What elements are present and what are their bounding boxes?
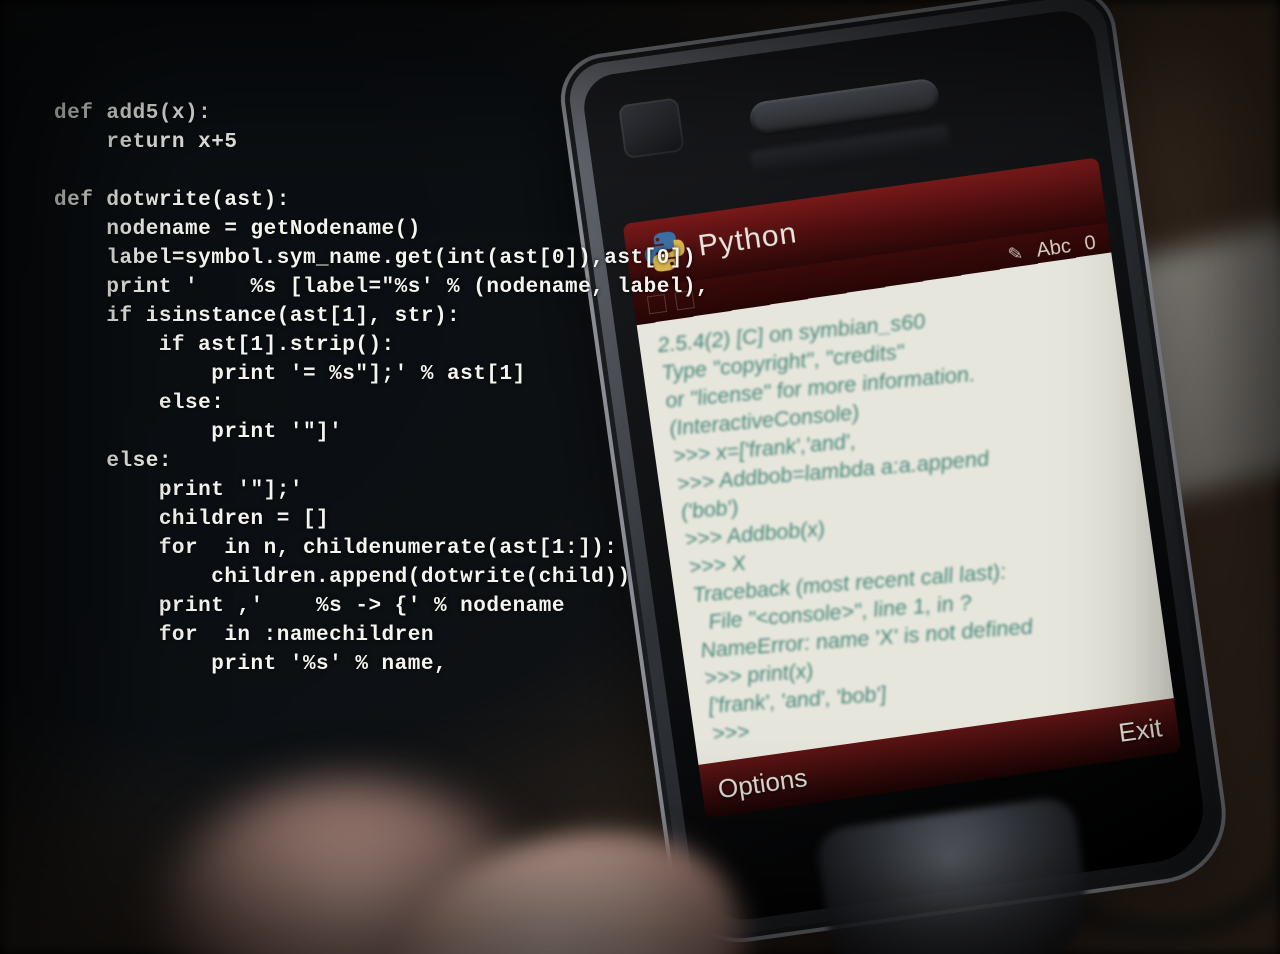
code-line: print '= %s"];' % ast[1] [54, 363, 526, 386]
softkey-exit[interactable]: Exit [1117, 712, 1164, 749]
code-line: def add5(x): [54, 102, 211, 125]
code-line: print ' %s [label="%s' % (nodename, labe… [54, 276, 709, 299]
code-line: nodename = getNodename() [54, 218, 421, 241]
softkey-options[interactable]: Options [716, 762, 809, 805]
console-line: >>> print(x) [703, 660, 815, 691]
python-console[interactable]: 2.5.4(2) [C] on symbian_s60 Type "copyri… [637, 250, 1182, 765]
overlay-code-block: def add5(x): return x+5 def dotwrite(ast… [54, 99, 709, 679]
code-line: if isinstance(ast[1], str): [54, 305, 460, 328]
code-line: def dotwrite(ast): [54, 189, 290, 212]
code-line: return x+5 [54, 131, 237, 154]
code-line: else: [54, 450, 172, 473]
console-text: 2.5.4(2) [C] on symbian_s60 Type "copyri… [656, 290, 1181, 749]
code-line: if ast[1].strip(): [54, 334, 395, 357]
code-line: print '"];' [54, 479, 303, 502]
code-line: print ,' %s -> {' % nodename [54, 595, 565, 618]
console-line: >>> [711, 720, 757, 746]
code-line: for in :namechildren [54, 624, 434, 647]
code-line: else: [54, 392, 224, 415]
code-line: print '"]' [54, 421, 342, 444]
code-line: print '%s' % name, [54, 653, 447, 676]
code-line: label=symbol.sym_name.get(int(ast[0]),as… [54, 247, 696, 270]
input-counter: 0 [1083, 231, 1097, 255]
code-line: children.append(dotwrite(child)) [54, 566, 631, 589]
code-line: children = [] [54, 508, 329, 531]
app-title: Python [696, 216, 799, 264]
input-mode-icon: ✎ [1006, 242, 1024, 265]
code-line: for in n, childenumerate(ast[1:]): [54, 537, 617, 560]
